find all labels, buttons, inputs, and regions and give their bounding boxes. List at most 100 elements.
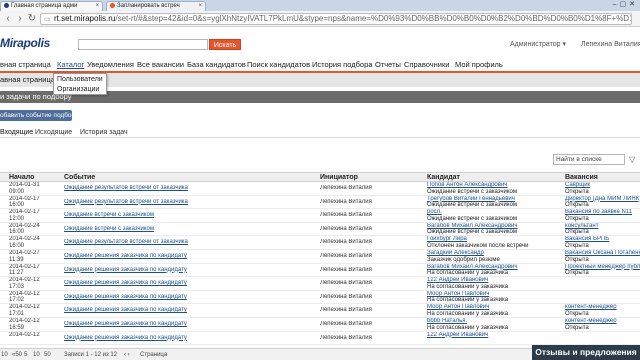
- initiator-cell: Лепехина Виталия: [320, 225, 372, 232]
- table-row[interactable]: 2014-02-17 12:00 Ожидание встречи с заказч…: [0, 209, 640, 223]
- pagesize-option[interactable]: 50: [44, 352, 51, 358]
- reload-icon[interactable]: ↻: [26, 13, 38, 25]
- vacancy-cell: контент-менеджер Открыта: [565, 304, 640, 317]
- event-link[interactable]: Ожидание результатов встречи от заказчик…: [64, 199, 188, 205]
- event-link[interactable]: Ожидание решения заказчика по кандидату: [64, 321, 187, 327]
- menu-item-vacancies[interactable]: Все вакансии: [137, 60, 184, 69]
- event-link[interactable]: Ожидание решения заказчика по кандидату: [64, 280, 187, 286]
- window-controls[interactable]: –▢✕: [613, 0, 638, 8]
- start-time: 16:00: [9, 202, 25, 209]
- start-cell: 2014-02-12 17:02: [9, 291, 46, 304]
- start-cell: 2014-02-12: [9, 332, 46, 339]
- tab-task-history[interactable]: История задач: [80, 129, 128, 136]
- tab-incoming[interactable]: Входящие: [0, 129, 33, 136]
- column-header-start[interactable]: Начало: [9, 174, 34, 181]
- browser-tab-active[interactable]: Главная страница адми ×: [0, 1, 103, 11]
- table-row[interactable]: 2014-02-17 16:00 Ожидание результатов встр…: [0, 196, 640, 210]
- tab-title: Главная страница адми: [11, 3, 78, 10]
- pagesize-option[interactable]: «50: [12, 352, 22, 358]
- event-link[interactable]: Ожидание решения заказчика по кандидату: [64, 253, 187, 259]
- start-time: 09:00: [9, 188, 25, 195]
- event-cell: Ожидание решения заказчика по кандидату: [64, 321, 294, 328]
- vacancy-link[interactable]: Вакансия Оксана Потапенко: [565, 250, 640, 257]
- table-row[interactable]: 2014-02-27 11:39 Ожидание решения заказчик…: [0, 250, 640, 264]
- table-body: 2014-01-31 09:00 Ожидание результатов встр…: [0, 182, 640, 346]
- search-button[interactable]: Искать: [209, 39, 241, 50]
- feedback-button[interactable]: Отзывы и предложения: [532, 345, 640, 360]
- list-search-input[interactable]: Найти в списке: [553, 154, 625, 165]
- role-selector[interactable]: Администратор ▾: [510, 40, 566, 48]
- search-input[interactable]: [78, 39, 208, 50]
- event-link[interactable]: Ожидание результатов встречи от заказчик…: [64, 239, 188, 245]
- table-row[interactable]: 2014-02-12 17:02 Ожидание решения заказчик…: [0, 291, 640, 305]
- candidate-link[interactable]: 122 Андрей Иванович: [427, 332, 532, 339]
- column-header-event[interactable]: Событие: [64, 174, 95, 181]
- back-icon[interactable]: ‹: [2, 13, 14, 25]
- table-row[interactable]: 2014-02-24 16:00 Ожидание результатов встр…: [0, 236, 640, 250]
- candidate-cell: Трегубов Виталий Геннадьевич Ожидание вст…: [427, 196, 532, 209]
- menu-item-profile[interactable]: Мой профиль: [455, 60, 503, 69]
- browser-tab-second[interactable]: Запланировать встреч ×: [106, 1, 206, 11]
- table-row[interactable]: 2014-02-12 17:01 Ожидание решения заказчик…: [0, 304, 640, 318]
- event-cell: Ожидание встречи с заказчиком: [64, 212, 294, 219]
- table-row[interactable]: 2014-02-17 11:27 Ожидание решения заказчик…: [0, 264, 640, 278]
- dropdown-item-users[interactable]: Пользователи: [57, 76, 103, 83]
- event-link[interactable]: Ожидание встречи с заказчиком: [64, 212, 154, 218]
- initiator-cell: Лепехина Виталия: [320, 253, 372, 259]
- prev-page-icon[interactable]: ‹ ›: [124, 352, 130, 358]
- filter-icon[interactable]: ▽: [629, 154, 639, 165]
- start-cell: 2014-02-17 12:00: [9, 209, 46, 222]
- table-row[interactable]: 2014-02-24 16:00 Ожидание встречи с заказч…: [0, 223, 640, 237]
- initiator-cell: Лепехина Виталия: [320, 307, 372, 314]
- event-link[interactable]: Ожидание встречи с заказчиком: [64, 226, 154, 232]
- table-row[interactable]: 2014-02-12 17:03 Ожидание решения заказчик…: [0, 277, 640, 291]
- event-link[interactable]: Ожидание решения заказчика по кандидату: [64, 307, 187, 313]
- tab-outgoing[interactable]: Исходящие: [35, 129, 72, 136]
- column-header-vacancy[interactable]: Вакансия: [565, 174, 598, 181]
- table-row[interactable]: 2014-02-12 Ожидание решения заказчика по …: [0, 332, 640, 346]
- add-event-button[interactable]: обавить событие подбора ▾: [0, 110, 84, 121]
- initiator-cell: Лепехина Виталия: [320, 198, 372, 205]
- forward-icon[interactable]: ›: [14, 13, 26, 25]
- pagesize-option[interactable]: 10: [1, 352, 8, 358]
- pagesize-option[interactable]: 10: [33, 352, 40, 358]
- close-tab-icon[interactable]: ×: [95, 3, 99, 9]
- menu-item-candidate-search[interactable]: Поиск кандидатов: [247, 60, 310, 69]
- dropdown-item-organizations[interactable]: Организации: [57, 86, 99, 93]
- close-tab-icon[interactable]: ×: [198, 3, 202, 9]
- url-host: rt.set.mirapolis.ru: [54, 14, 116, 23]
- start-cell: 2014-02-12 16:59: [9, 318, 46, 331]
- menu-item-home[interactable]: вная страница: [0, 60, 51, 69]
- menu-item-reports[interactable]: Отчеты: [375, 60, 401, 69]
- start-time: 17:01: [9, 310, 25, 317]
- candidate-cell: 122 Андрей Иванович: [427, 332, 532, 339]
- menu-item-directories[interactable]: Справочники: [404, 60, 449, 69]
- pagesize-option[interactable]: 5: [24, 352, 27, 358]
- menu-item-notifications[interactable]: Уведомления: [87, 60, 134, 69]
- vacancy-cell: Директор (Дна МИМ ЛИНК) Открыта: [565, 196, 640, 209]
- candidate-cell: Моор Антон Павлович На согласовании у зак…: [427, 291, 532, 304]
- event-cell: Ожидание результатов встречи от заказчик…: [64, 239, 294, 246]
- column-header-initiator[interactable]: Инициатор: [320, 174, 358, 181]
- column-header-candidate[interactable]: Кандидат: [427, 174, 460, 181]
- candidate-cell: Загадкий Александр Заказчик одобрил резюм…: [427, 250, 532, 263]
- initiator-cell: Лепехина Виталия: [320, 293, 372, 300]
- event-cell: Ожидание решения заказчика по кандидату: [64, 307, 294, 314]
- menu-item-candidates-base[interactable]: База кандидатов: [187, 60, 246, 69]
- table-row[interactable]: 2014-01-31 09:00 Ожидание результатов встр…: [0, 182, 640, 196]
- event-link[interactable]: Ожидание решения заказчика по кандидату: [64, 335, 187, 341]
- event-link[interactable]: Ожидание решения заказчика по кандидату: [64, 267, 187, 273]
- user-menu[interactable]: Лепехина Виталия ▾: [581, 40, 640, 48]
- table-row[interactable]: 2014-02-12 16:59 Ожидание решения заказчик…: [0, 318, 640, 332]
- event-link[interactable]: Ожидание результатов встречи от заказчик…: [64, 185, 188, 191]
- event-link[interactable]: Ожидание решения заказчика по кандидату: [64, 294, 187, 300]
- browser-tab-bar: Главная страница адми × Запланировать вс…: [0, 0, 640, 11]
- menu-item-history[interactable]: История подбора: [312, 60, 372, 69]
- vacancy-cell: Вакансия по заявке N11 Открыта: [565, 209, 640, 222]
- url-path: /set-rt/#&step=42&id=0&s=yglXhNtzyIVATL7…: [115, 14, 632, 23]
- address-bar[interactable]: ▭ rt.set.mirapolis.ru/set-rt/#&step=42&i…: [40, 13, 632, 25]
- menu-item-catalog[interactable]: Каталог: [57, 60, 84, 69]
- start-time: 11:27: [9, 270, 24, 277]
- candidate-status: Ожидание встречи с заказчиком: [427, 215, 517, 222]
- vacancy-link[interactable]: Вакансия по заявке N11: [565, 209, 640, 216]
